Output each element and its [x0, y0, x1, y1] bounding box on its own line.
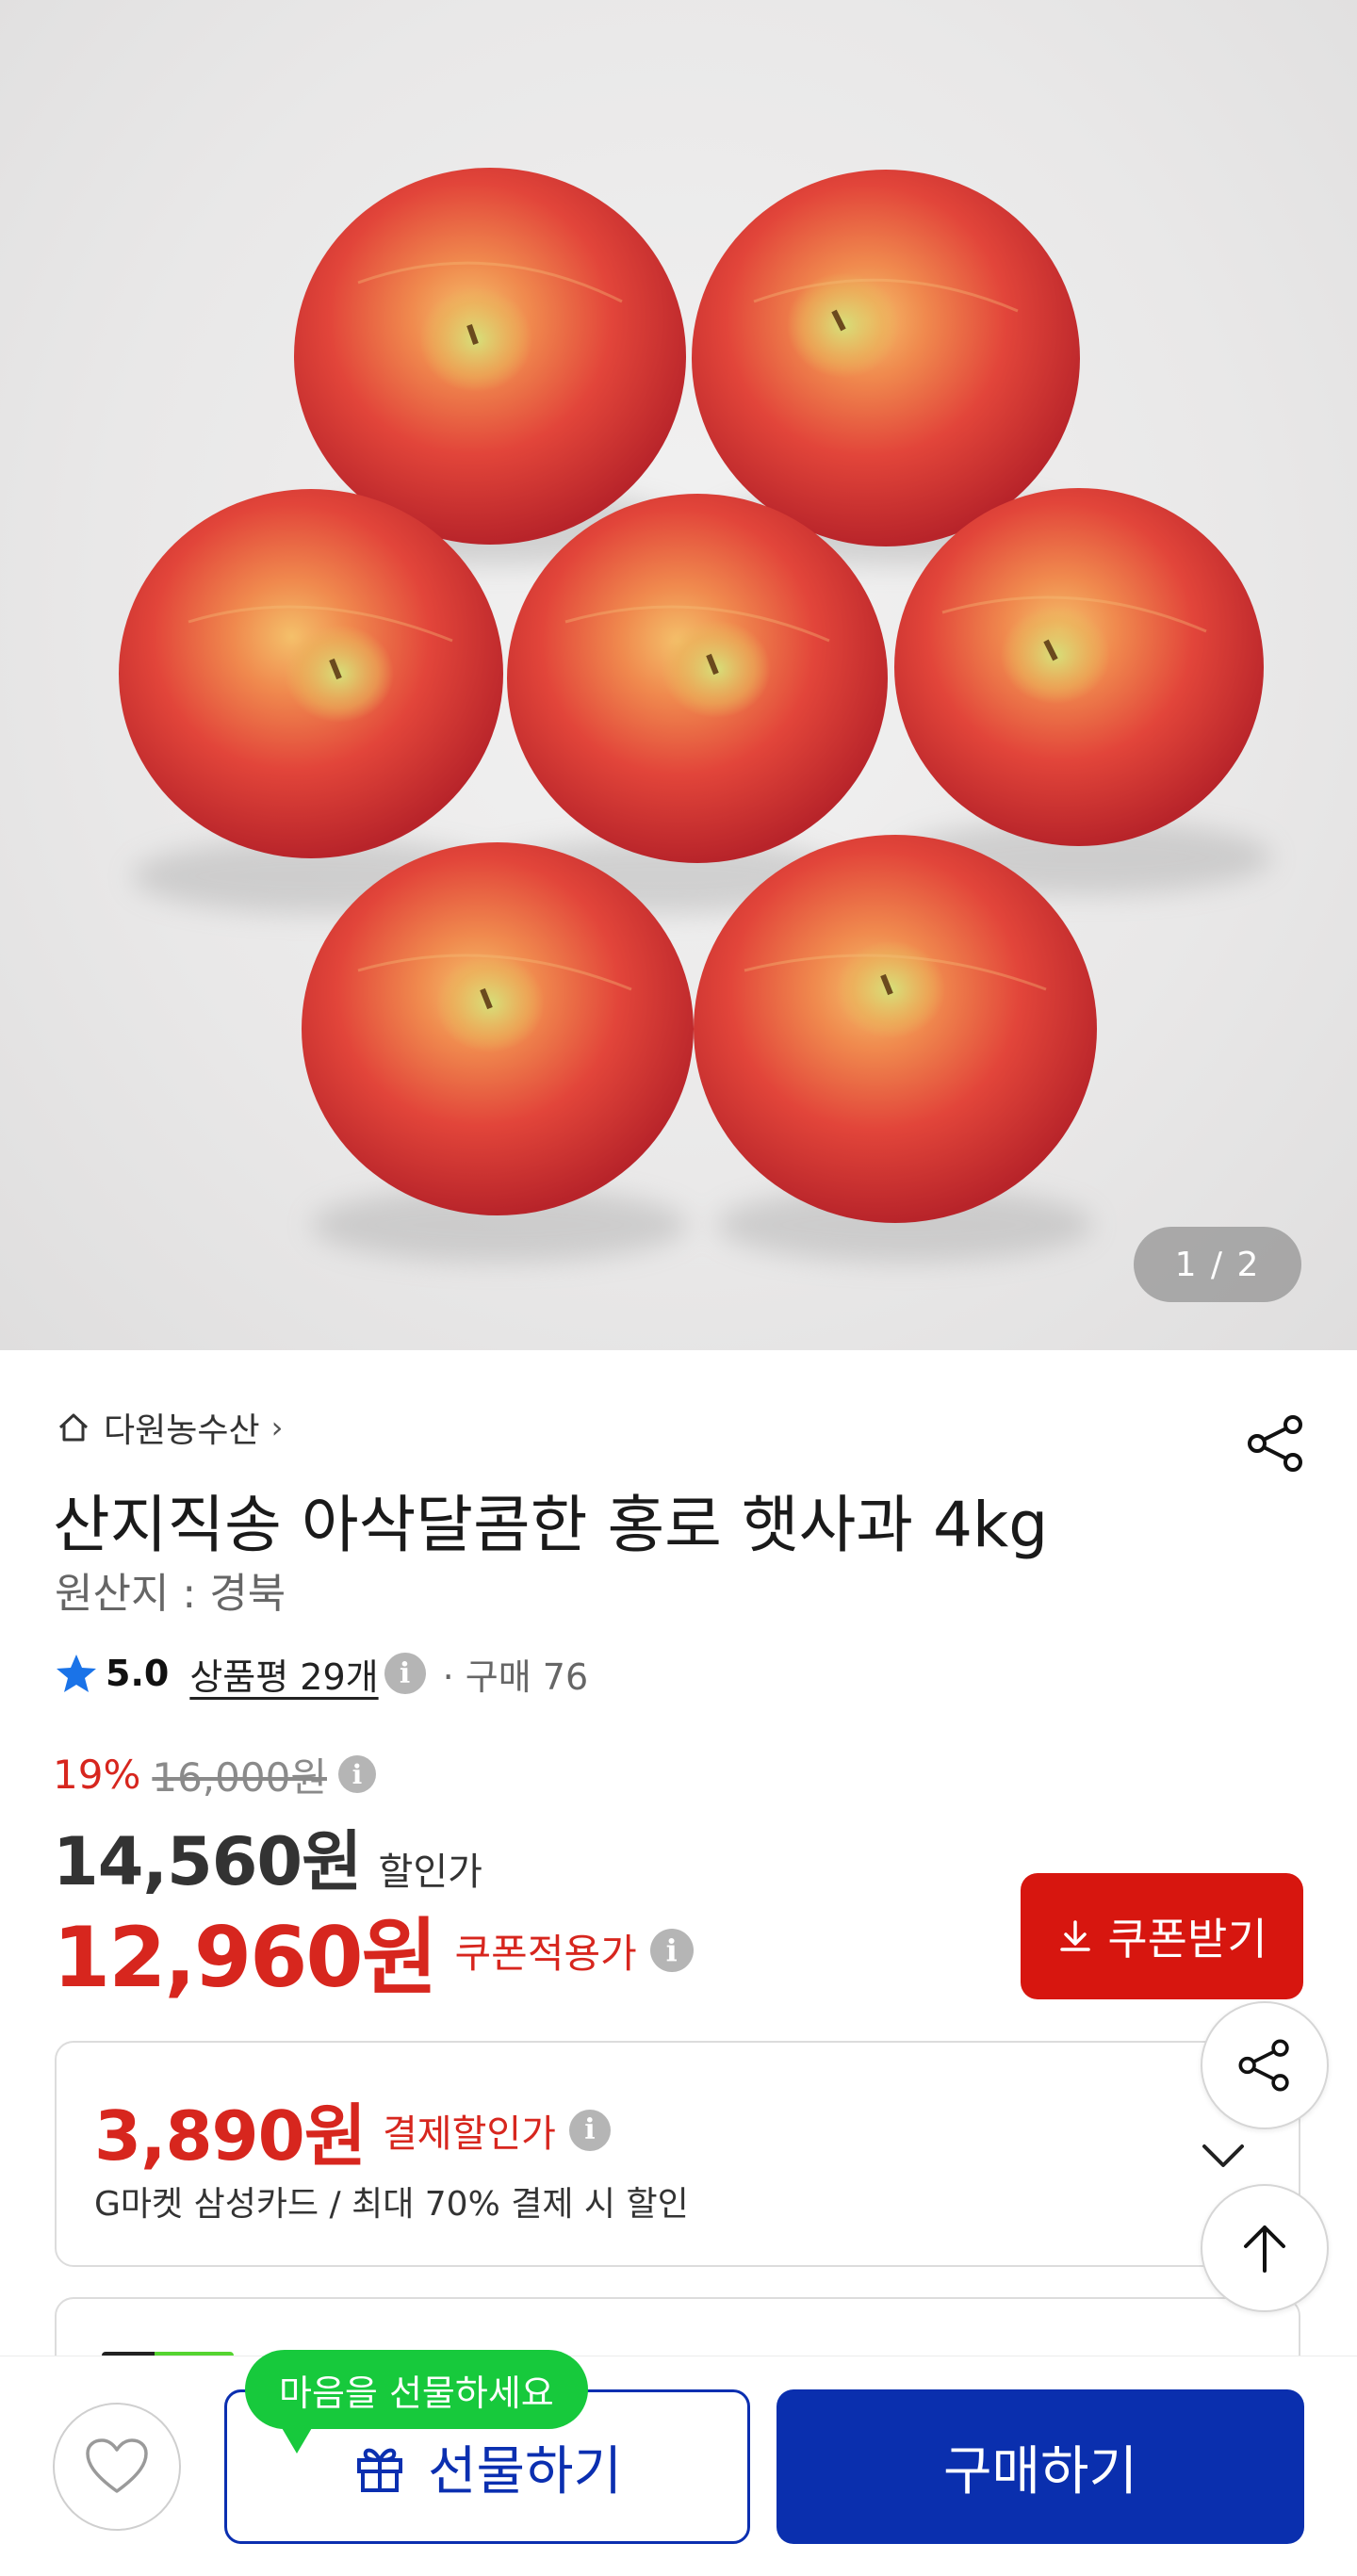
- payment-discount-label: 결제할인가: [382, 2111, 556, 2156]
- get-coupon-label: 쿠폰받기: [1107, 1915, 1267, 1964]
- coupon-price-row: 12,960원 쿠폰적용가 i: [53, 1899, 694, 2006]
- home-icon: [58, 1413, 89, 1442]
- discount-row: 19% 16,000원 i: [53, 1748, 376, 1801]
- apples-photo: [119, 168, 1272, 1263]
- reviews-link[interactable]: 상품평 29개: [189, 1648, 378, 1700]
- store-link[interactable]: 다원농수산 ›: [55, 1404, 283, 1451]
- payment-discount-description: G마켓 삼성카드 / 최대 70% 결제 시 할인: [94, 2185, 689, 2224]
- payment-discount-price: 3,890원: [94, 2096, 367, 2176]
- download-icon: [1060, 1920, 1091, 1951]
- arrow-up-icon: [1244, 2225, 1285, 2273]
- discount-rate: 19%: [53, 1751, 141, 1798]
- gift-tooltip: 마음을 선물하세요: [245, 2350, 588, 2429]
- info-icon[interactable]: i: [337, 1755, 376, 1793]
- buy-button[interactable]: 구매하기: [777, 2389, 1304, 2544]
- scroll-to-top-button[interactable]: [1201, 2184, 1329, 2312]
- info-icon[interactable]: i: [568, 2109, 611, 2151]
- sale-price-row: 14,560원 할인가: [53, 1809, 482, 1900]
- product-origin: 원산지 : 경북: [55, 1570, 286, 1618]
- purchase-count: · 구매 76: [442, 1655, 589, 1698]
- share-icon: [1238, 2039, 1289, 2092]
- payment-discount-line: 3,890원 결제할인가 i: [94, 2080, 611, 2179]
- image-pager: 1 / 2: [1134, 1227, 1301, 1302]
- coupon-price: 12,960원: [53, 1908, 438, 2006]
- heart-icon: [86, 2438, 148, 2493]
- product-detail-page: 1 / 2 다원농수산 › 산지직송 아삭달콤한 홍로 햇사과 4kg 원산지 …: [0, 0, 1357, 2576]
- product-title: 산지직송 아삭달콤한 홍로 햇사과 4kg: [53, 1489, 1049, 1561]
- rating-score: 5.0: [106, 1653, 170, 1694]
- product-image-gallery[interactable]: 1 / 2: [0, 0, 1357, 1350]
- coupon-price-label: 쿠폰적용가: [454, 1930, 637, 1977]
- chevron-down-icon[interactable]: [1199, 2137, 1248, 2175]
- gift-label: 선물하기: [427, 2440, 623, 2503]
- wishlist-button[interactable]: [53, 2403, 181, 2531]
- sale-price-label: 할인가: [378, 1850, 482, 1894]
- rating-row: 5.0 상품평 29개 i · 구매 76: [55, 1647, 588, 1700]
- store-name: 다원농수산: [104, 1411, 260, 1450]
- info-icon[interactable]: i: [384, 1653, 426, 1694]
- info-icon[interactable]: i: [649, 1929, 694, 1972]
- star-icon: [57, 1655, 96, 1692]
- gift-icon: [356, 2448, 402, 2492]
- chevron-right-icon: ›: [270, 1410, 284, 1445]
- share-icon[interactable]: [1242, 1410, 1310, 1477]
- payment-discount-card[interactable]: 3,890원 결제할인가 i G마켓 삼성카드 / 최대 70% 결제 시 할인: [55, 2041, 1300, 2267]
- floating-share-button[interactable]: [1201, 2001, 1329, 2129]
- get-coupon-button[interactable]: 쿠폰받기: [1021, 1873, 1303, 1999]
- original-price: 16,000원: [152, 1753, 327, 1801]
